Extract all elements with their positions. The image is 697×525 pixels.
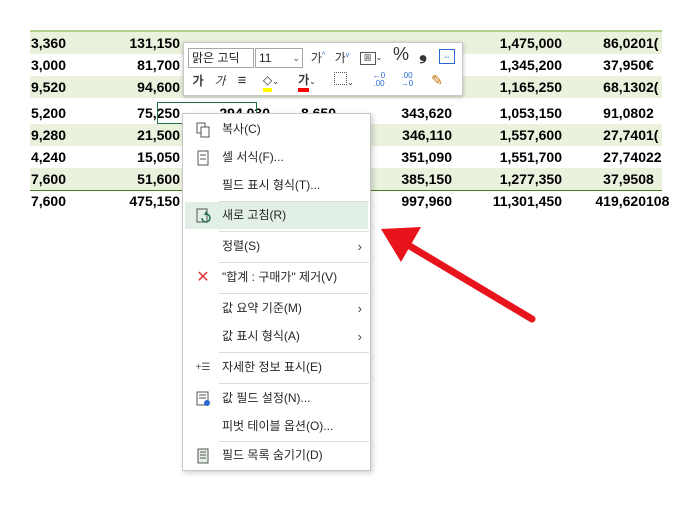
- annotation-arrow: [381, 227, 536, 323]
